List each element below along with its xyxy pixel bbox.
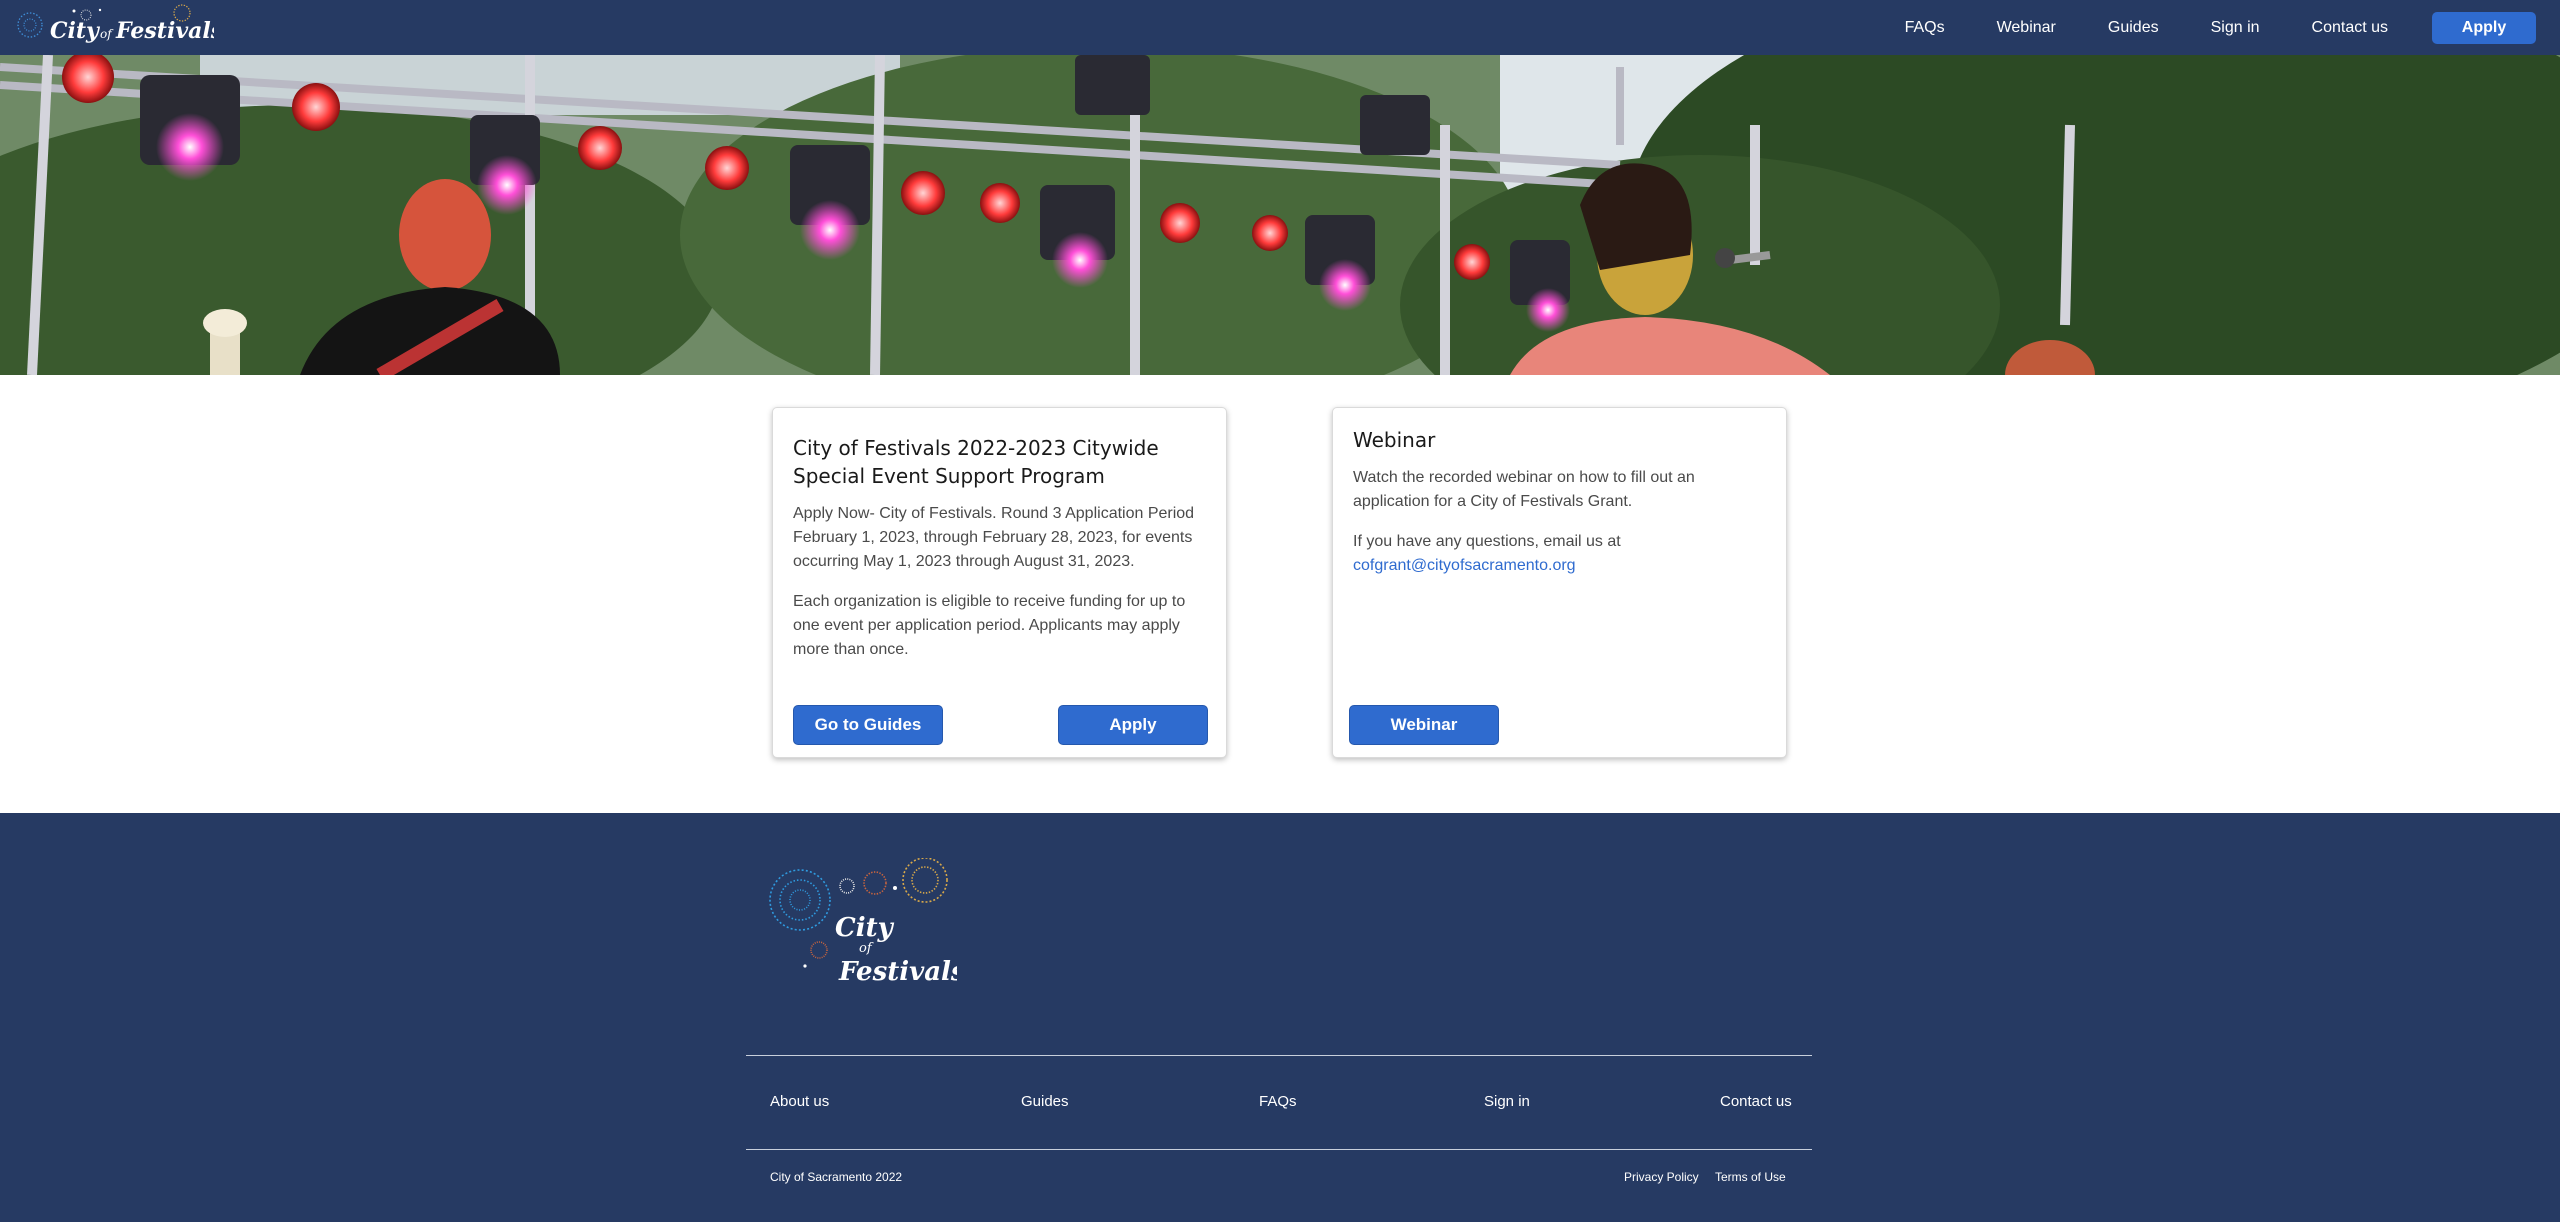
concert-stage-illustration bbox=[0, 55, 2560, 375]
footer-divider-bottom bbox=[746, 1149, 1812, 1150]
city-of-festivals-logo[interactable]: City of Festivals bbox=[14, 3, 214, 53]
footer-link-terms-of-use[interactable]: Terms of Use bbox=[1715, 1170, 1786, 1184]
footer-link-about-us[interactable]: About us bbox=[770, 1093, 829, 1110]
nav-contact-us[interactable]: Contact us bbox=[2312, 19, 2388, 37]
svg-text:of: of bbox=[859, 941, 874, 956]
webinar-card-contact: If you have any questions, email us at c… bbox=[1353, 530, 1766, 578]
program-apply-button[interactable]: Apply bbox=[1058, 705, 1208, 745]
program-card-title: City of Festivals 2022-2023 Citywide Spe… bbox=[793, 436, 1159, 488]
fireworks-logo-icon: City of Festivals bbox=[17, 4, 214, 44]
header-apply-button[interactable]: Apply bbox=[2432, 11, 2536, 44]
hero-banner-image bbox=[0, 55, 2560, 375]
go-to-guides-button[interactable]: Go to Guides bbox=[793, 705, 943, 745]
webinar-card-description: Watch the recorded webinar on how to fil… bbox=[1353, 469, 1695, 510]
footer-link-sign-in[interactable]: Sign in bbox=[1484, 1093, 1530, 1110]
svg-text:of: of bbox=[100, 27, 114, 41]
fireworks-logo-icon: City of Festivals bbox=[769, 858, 957, 987]
nav-sign-in[interactable]: Sign in bbox=[2211, 19, 2260, 37]
site-footer: City of Festivals About us Guides FAQs S… bbox=[0, 813, 2560, 1222]
footer-logo[interactable]: City of Festivals bbox=[767, 858, 957, 998]
program-card-eligibility: Each organization is eligible to receive… bbox=[793, 593, 1186, 658]
program-card-description: Apply Now- City of Festivals. Round 3 Ap… bbox=[793, 505, 1195, 570]
webinar-button[interactable]: Webinar bbox=[1349, 705, 1499, 745]
footer-link-faqs[interactable]: FAQs bbox=[1259, 1093, 1297, 1110]
svg-text:Festivals: Festivals bbox=[115, 18, 214, 44]
svg-text:Festivals: Festivals bbox=[838, 957, 957, 987]
nav-guides[interactable]: Guides bbox=[2108, 19, 2159, 37]
webinar-card-title: Webinar bbox=[1353, 428, 1436, 452]
logo-text-city: City bbox=[50, 18, 101, 44]
top-navigation-bar: City of Festivals FAQs Webinar Guides Si… bbox=[0, 0, 2560, 55]
program-card: City of Festivals 2022-2023 Citywide Spe… bbox=[772, 407, 1227, 758]
nav-faqs[interactable]: FAQs bbox=[1905, 19, 1945, 37]
footer-copyright: City of Sacramento 2022 bbox=[770, 1170, 903, 1184]
main-nav: FAQs Webinar Guides Sign in Contact us A… bbox=[1905, 0, 2536, 55]
webinar-contact-prefix: If you have any questions, email us at bbox=[1353, 533, 1621, 550]
nav-webinar[interactable]: Webinar bbox=[1997, 19, 2056, 37]
footer-link-contact-us[interactable]: Contact us bbox=[1720, 1093, 1792, 1110]
footer-divider-top bbox=[746, 1055, 1812, 1056]
contact-email-link[interactable]: cofgrant@cityofsacramento.org bbox=[1353, 557, 1576, 574]
footer-link-privacy-policy[interactable]: Privacy Policy bbox=[1624, 1170, 1699, 1184]
webinar-card: Webinar Watch the recorded webinar on ho… bbox=[1332, 407, 1787, 758]
footer-link-guides[interactable]: Guides bbox=[1021, 1093, 1069, 1110]
svg-text:City: City bbox=[835, 913, 895, 943]
